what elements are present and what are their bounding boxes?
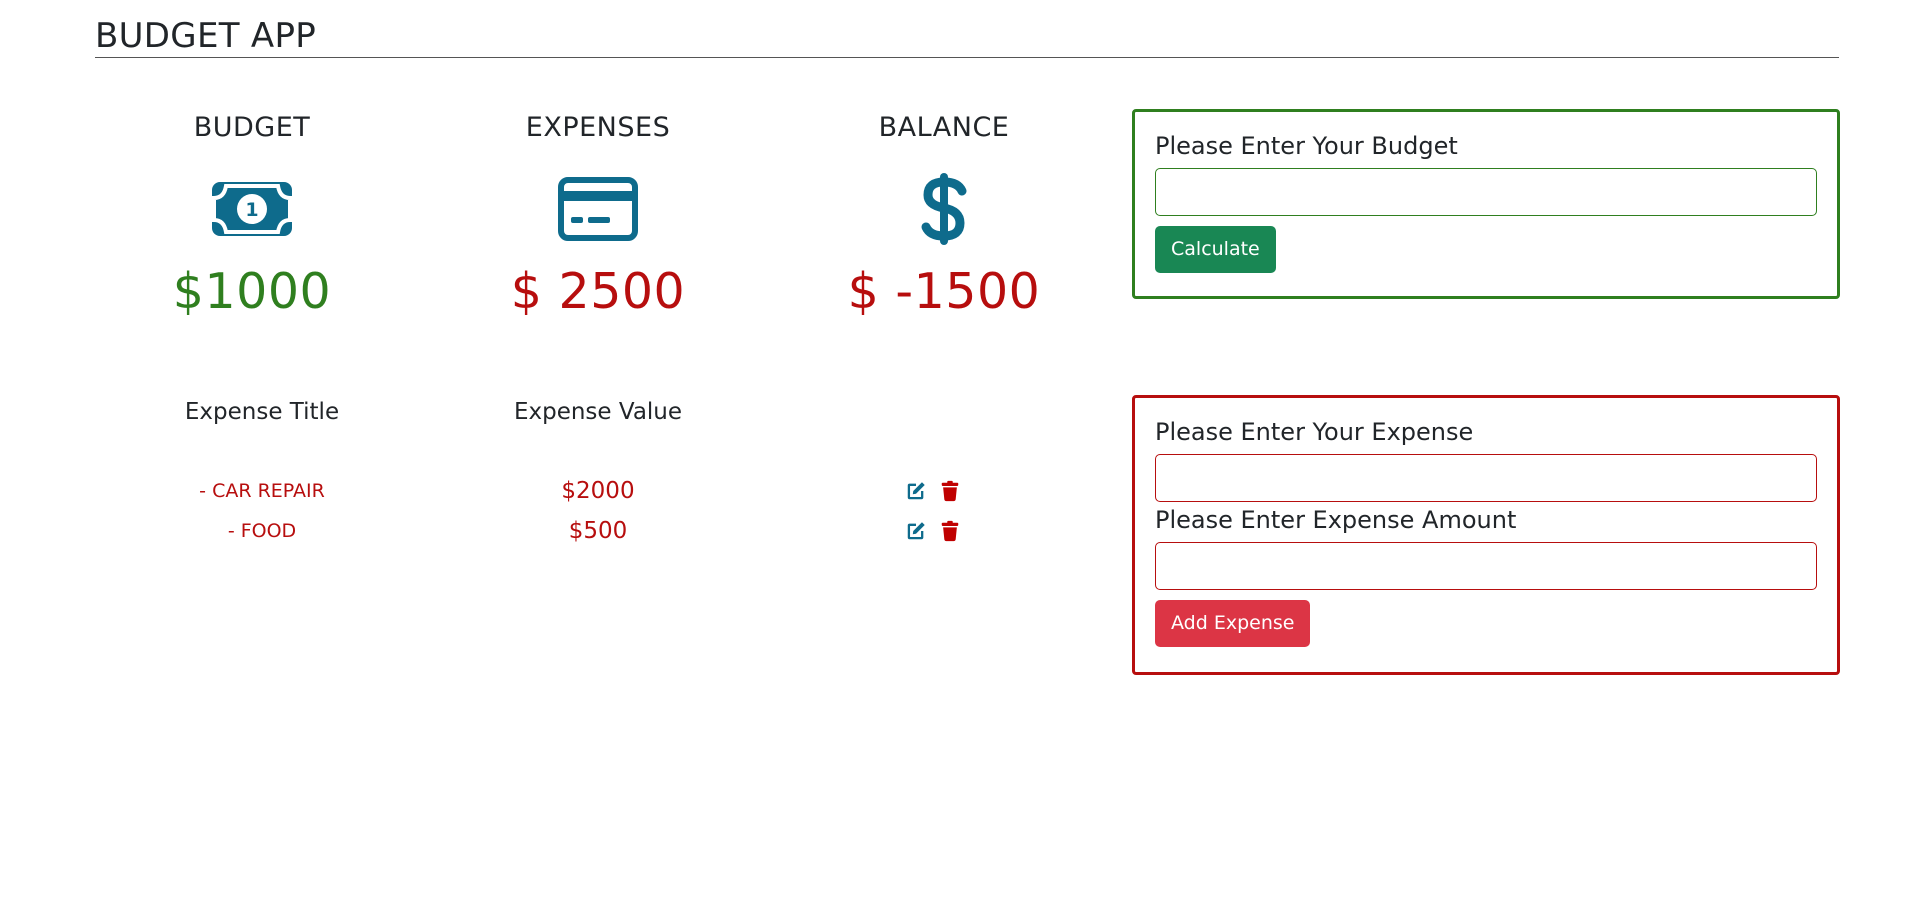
balance-amount: $ -1500 <box>847 263 1041 320</box>
calculate-button[interactable]: Calculate <box>1155 226 1276 273</box>
money-bill-icon: 1 <box>212 176 292 242</box>
edit-icon[interactable] <box>905 480 927 502</box>
expense-title: - CAR REPAIR <box>199 480 325 502</box>
expense-value: $500 <box>568 518 628 544</box>
add-expense-button[interactable]: Add Expense <box>1155 600 1311 647</box>
expense-title-input[interactable] <box>1155 454 1817 502</box>
expense-amount-label: Please Enter Expense Amount <box>1155 506 1517 534</box>
budget-heading: BUDGET <box>193 112 311 143</box>
trash-icon[interactable] <box>939 480 961 502</box>
expense-title-label: Please Enter Your Expense <box>1155 418 1474 446</box>
title-divider <box>95 57 1839 58</box>
budget-input-label: Please Enter Your Budget <box>1155 132 1458 160</box>
expense-title: - FOOD <box>227 520 297 542</box>
row-actions <box>905 520 961 542</box>
trash-icon[interactable] <box>939 520 961 542</box>
list-item: - CAR REPAIR $2000 <box>0 474 1100 508</box>
budget-input[interactable] <box>1155 168 1817 216</box>
app-title: BUDGET APP <box>95 16 317 56</box>
balance-heading: BALANCE <box>878 112 1010 143</box>
list-item: - FOOD $500 <box>0 514 1100 548</box>
expense-value: $2000 <box>561 478 635 504</box>
expense-value-header: Expense Value <box>513 399 683 425</box>
dollar-sign-icon <box>904 173 984 245</box>
expense-form: Please Enter Your Expense Please Enter E… <box>1132 395 1840 675</box>
balance-summary: BALANCE $ -1500 <box>814 110 1074 322</box>
edit-icon[interactable] <box>905 520 927 542</box>
budget-amount: $1000 <box>172 263 332 320</box>
svg-text:1: 1 <box>245 199 258 221</box>
expenses-heading: EXPENSES <box>525 112 671 143</box>
credit-card-icon <box>558 176 638 242</box>
expenses-summary: EXPENSES $ 2500 <box>468 110 728 322</box>
expense-amount-input[interactable] <box>1155 542 1817 590</box>
row-actions <box>905 480 961 502</box>
budget-form: Please Enter Your Budget Calculate <box>1132 109 1840 299</box>
expense-title-header: Expense Title <box>184 399 340 425</box>
budget-summary: BUDGET 1 $1000 <box>122 110 382 322</box>
expenses-amount: $ 2500 <box>510 263 686 320</box>
